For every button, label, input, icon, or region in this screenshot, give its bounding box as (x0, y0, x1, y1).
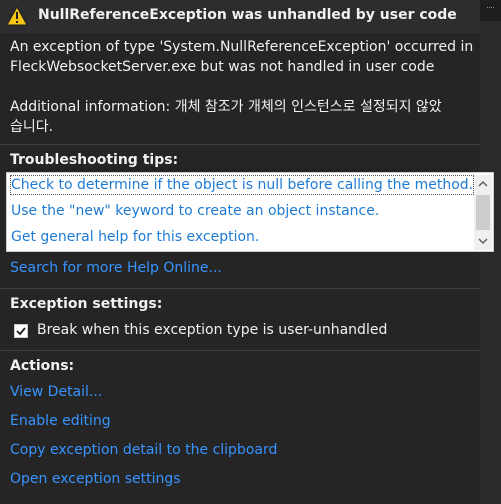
search-help-online-link[interactable]: Search for more Help Online... (10, 260, 222, 276)
exception-message-line-1: An exception of type 'System.NullReferen… (10, 39, 474, 55)
scroll-down-icon[interactable] (474, 232, 492, 250)
close-icon[interactable] (480, 0, 501, 21)
exception-message-line-2: FleckWebsocketServer.exe but was not han… (10, 59, 435, 75)
troubleshooting-heading: Troubleshooting tips: (10, 152, 179, 168)
scroll-thumb[interactable] (476, 195, 490, 230)
divider (0, 288, 480, 289)
scroll-up-icon[interactable] (474, 175, 492, 193)
checkmark-icon (16, 327, 26, 336)
enable-editing-link[interactable]: Enable editing (10, 413, 111, 429)
title-bar: NullReferenceException was unhandled by … (0, 0, 480, 33)
copy-exception-detail-link[interactable]: Copy exception detail to the clipboard (10, 442, 277, 458)
tip-link-null-check[interactable]: Check to determine if the object is null… (9, 175, 475, 195)
tips-scrollbar[interactable] (474, 175, 492, 250)
additional-info-line-1: Additional information: 개체 참조가 개체의 인스턴스로… (10, 99, 442, 115)
dialog-title: NullReferenceException was unhandled by … (38, 7, 457, 23)
additional-info-line-2: 습니다. (10, 119, 54, 135)
divider (0, 350, 480, 351)
editor-scroll-strip (480, 21, 501, 504)
open-exception-settings-link[interactable]: Open exception settings (10, 471, 181, 487)
view-detail-link[interactable]: View Detail... (10, 384, 102, 400)
warning-icon (6, 5, 28, 26)
troubleshooting-tips-list: Check to determine if the object is null… (6, 172, 494, 252)
break-user-unhandled-label: Break when this exception type is user-u… (37, 322, 388, 338)
tip-link-new-keyword[interactable]: Use the "new" keyword to create an objec… (11, 202, 379, 220)
exception-assistant-dialog: NullReferenceException was unhandled by … (0, 0, 501, 504)
tip-link-general-help[interactable]: Get general help for this exception. (11, 228, 259, 246)
break-user-unhandled-checkbox[interactable] (14, 324, 28, 338)
actions-heading: Actions: (10, 358, 75, 374)
divider (0, 144, 480, 145)
exception-settings-heading: Exception settings: (10, 296, 163, 312)
